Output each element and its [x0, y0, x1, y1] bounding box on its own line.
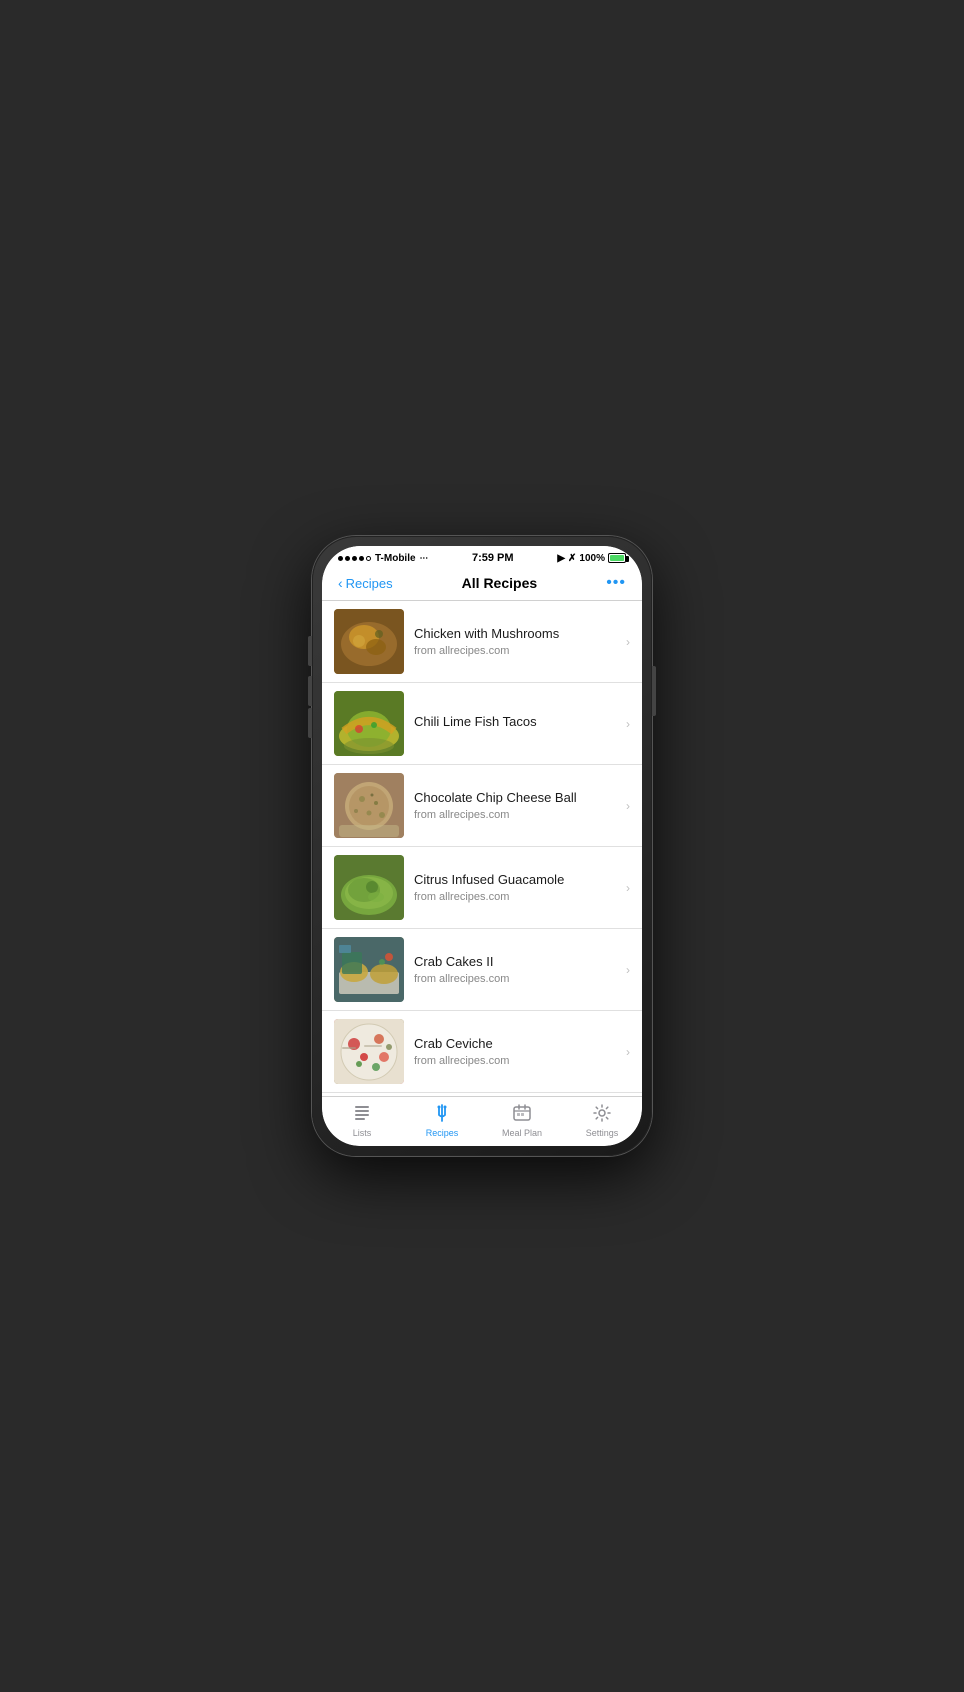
tab-lists-label: Lists — [353, 1128, 372, 1138]
chevron-right-icon: › — [626, 635, 630, 649]
list-item[interactable]: Crab Cakes II from allrecipes.com › — [322, 929, 642, 1011]
tab-meal-plan-label: Meal Plan — [502, 1128, 542, 1138]
bluetooth-icon: ✗ — [568, 553, 576, 564]
signal-dot-2 — [345, 556, 350, 561]
recipe-name: Chocolate Chip Cheese Ball — [414, 790, 620, 807]
meal-plan-icon — [512, 1103, 532, 1126]
recipe-thumbnail — [334, 1019, 404, 1084]
signal-dot-4 — [359, 556, 364, 561]
back-label: Recipes — [346, 576, 393, 591]
battery-percent: 100% — [579, 553, 605, 564]
recipe-info: Chili Lime Fish Tacos — [414, 714, 620, 733]
status-right: ▶ ✗ 100% — [557, 553, 626, 564]
list-item[interactable]: Chocolate Chip Cheese Ball from allrecip… — [322, 765, 642, 847]
recipe-info: Crab Ceviche from allrecipes.com — [414, 1036, 620, 1067]
recipe-thumbnail — [334, 691, 404, 756]
recipe-source: from allrecipes.com — [414, 645, 620, 657]
list-item[interactable]: Chili Lime Fish Tacos › — [322, 683, 642, 765]
carrier-label: T-Mobile — [375, 553, 416, 564]
tab-settings[interactable]: Settings — [562, 1103, 642, 1138]
recipe-info: Chicken with Mushrooms from allrecipes.c… — [414, 626, 620, 657]
recipe-list: Chicken with Mushrooms from allrecipes.c… — [322, 601, 642, 1096]
phone-device: T-Mobile ⋅⋅⋅ 7:59 PM ▶ ✗ 100% ‹ Recipes — [312, 536, 652, 1156]
recipe-source: from allrecipes.com — [414, 973, 620, 985]
battery-icon — [608, 553, 626, 563]
recipe-thumbnail — [334, 855, 404, 920]
tab-meal-plan[interactable]: Meal Plan — [482, 1103, 562, 1138]
chevron-right-icon: › — [626, 717, 630, 731]
chevron-right-icon: › — [626, 799, 630, 813]
signal-strength — [338, 556, 371, 561]
chevron-right-icon: › — [626, 963, 630, 977]
tab-recipes-label: Recipes — [426, 1128, 459, 1138]
back-button[interactable]: ‹ Recipes — [338, 575, 393, 591]
recipe-name: Crab Cakes II — [414, 954, 620, 971]
recipe-info: Chocolate Chip Cheese Ball from allrecip… — [414, 790, 620, 821]
list-item[interactable]: Crab Rangoon I from allrecipes.com › — [322, 1093, 642, 1096]
navigation-bar: ‹ Recipes All Recipes ••• — [322, 566, 642, 601]
tab-lists[interactable]: Lists — [322, 1103, 402, 1138]
chevron-right-icon: › — [626, 881, 630, 895]
recipe-thumbnail — [334, 609, 404, 674]
recipe-name: Crab Ceviche — [414, 1036, 620, 1053]
tab-settings-label: Settings — [586, 1128, 619, 1138]
tab-recipes[interactable]: Recipes — [402, 1103, 482, 1138]
recipes-icon — [432, 1103, 452, 1126]
lists-icon — [352, 1103, 372, 1126]
recipe-thumbnail — [334, 937, 404, 1002]
recipe-info: Crab Cakes II from allrecipes.com — [414, 954, 620, 985]
recipe-thumbnail — [334, 773, 404, 838]
recipe-info: Citrus Infused Guacamole from allrecipes… — [414, 872, 620, 903]
status-left: T-Mobile ⋅⋅⋅ — [338, 553, 428, 564]
signal-dot-5 — [366, 556, 371, 561]
list-item[interactable]: Chicken with Mushrooms from allrecipes.c… — [322, 601, 642, 683]
phone-screen-container: T-Mobile ⋅⋅⋅ 7:59 PM ▶ ✗ 100% ‹ Recipes — [322, 546, 642, 1146]
recipe-source: from allrecipes.com — [414, 891, 620, 903]
battery-fill — [610, 555, 624, 561]
list-item[interactable]: Crab Ceviche from allrecipes.com › — [322, 1011, 642, 1093]
location-icon: ▶ — [557, 553, 565, 564]
list-item[interactable]: Citrus Infused Guacamole from allrecipes… — [322, 847, 642, 929]
recipe-name: Chicken with Mushrooms — [414, 626, 620, 643]
more-button[interactable]: ••• — [606, 574, 626, 592]
recipe-name: Citrus Infused Guacamole — [414, 872, 620, 889]
app-screen: T-Mobile ⋅⋅⋅ 7:59 PM ▶ ✗ 100% ‹ Recipes — [322, 546, 642, 1146]
recipe-name: Chili Lime Fish Tacos — [414, 714, 620, 731]
settings-icon — [592, 1103, 612, 1126]
chevron-right-icon: › — [626, 1045, 630, 1059]
wifi-icon: ⋅⋅⋅ — [420, 553, 429, 564]
page-title: All Recipes — [462, 575, 537, 591]
signal-dot-1 — [338, 556, 343, 561]
tab-bar: Lists Recipes — [322, 1096, 642, 1146]
recipe-source: from allrecipes.com — [414, 1055, 620, 1067]
signal-dot-3 — [352, 556, 357, 561]
back-arrow-icon: ‹ — [338, 575, 343, 591]
status-bar: T-Mobile ⋅⋅⋅ 7:59 PM ▶ ✗ 100% — [322, 546, 642, 566]
recipe-source: from allrecipes.com — [414, 809, 620, 821]
status-time: 7:59 PM — [472, 552, 514, 564]
